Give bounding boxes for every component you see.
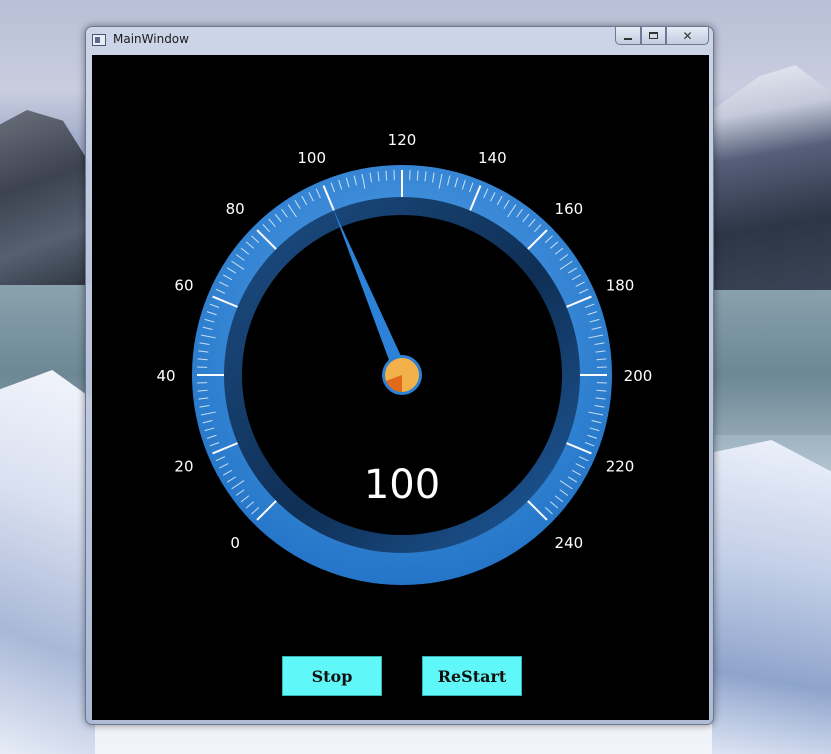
tick-label: 80 bbox=[226, 200, 245, 218]
maximize-icon bbox=[649, 32, 658, 39]
tick-label: 0 bbox=[230, 534, 240, 552]
speed-gauge: 0 20 40 60 80 100 120 140 160 180 200 220 240 100 bbox=[156, 131, 653, 585]
tick-label: 120 bbox=[388, 131, 417, 149]
tick-label: 100 bbox=[297, 149, 326, 167]
minimize-button[interactable] bbox=[615, 27, 641, 45]
gauge-hub bbox=[382, 355, 422, 395]
tick-label: 180 bbox=[606, 277, 635, 295]
close-icon: ✕ bbox=[682, 28, 693, 43]
tick-label: 140 bbox=[478, 149, 507, 167]
gauge-value-readout: 100 bbox=[364, 462, 440, 508]
window-title: MainWindow bbox=[113, 32, 189, 46]
tick-label: 20 bbox=[174, 457, 193, 475]
tick-label: 40 bbox=[156, 367, 175, 385]
tick-label: 240 bbox=[555, 534, 584, 552]
wallpaper-ice-left bbox=[0, 370, 95, 754]
tick-label: 160 bbox=[555, 200, 584, 218]
main-window: MainWindow ✕ 0 20 40 60 80 100 120 140 1… bbox=[85, 26, 714, 725]
restart-button[interactable]: ReStart bbox=[422, 656, 522, 696]
tick-label: 200 bbox=[624, 367, 653, 385]
maximize-button[interactable] bbox=[641, 27, 666, 45]
wallpaper-ice-right bbox=[712, 440, 831, 754]
wallpaper-mountain-left bbox=[0, 110, 90, 290]
tick-label: 220 bbox=[606, 457, 635, 475]
client-area: 0 20 40 60 80 100 120 140 160 180 200 220 240 100 St… bbox=[92, 55, 709, 720]
window-controls: ✕ bbox=[615, 27, 709, 47]
close-button[interactable]: ✕ bbox=[666, 27, 709, 45]
title-bar[interactable]: MainWindow ✕ bbox=[86, 27, 713, 55]
tick-label: 60 bbox=[174, 277, 193, 295]
minimize-icon bbox=[624, 37, 632, 40]
stop-button[interactable]: Stop bbox=[282, 656, 382, 696]
app-icon bbox=[92, 34, 106, 46]
wallpaper-mountain-right bbox=[712, 65, 831, 290]
